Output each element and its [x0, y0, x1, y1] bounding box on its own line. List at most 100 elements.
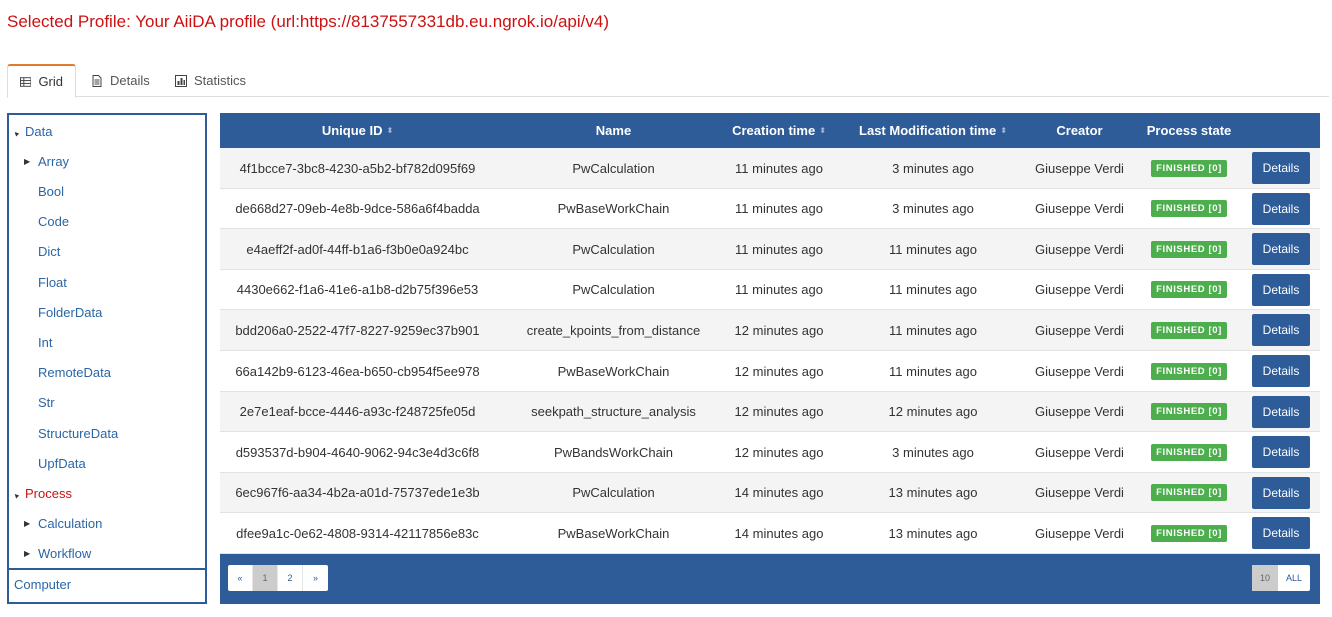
cell-name: PwBaseWorkChain — [557, 363, 670, 379]
cell-process-state: FINISHED [0] — [1137, 513, 1241, 553]
cell-creator: Giuseppe Verdi — [1035, 322, 1124, 338]
cell-last-modification-time: 12 minutes ago — [888, 404, 978, 420]
cell-unique-id: d593537d-b904-4640-9062-94c3e4d3c6f8 — [235, 444, 480, 460]
sidebar-item-label: Bool — [38, 183, 65, 199]
status-badge: FINISHED [0] — [1151, 362, 1227, 380]
details-button[interactable]: Details — [1252, 355, 1310, 387]
pagination-page-1[interactable]: 1 — [253, 565, 278, 591]
caret-collapsed-icon[interactable]: ▶ — [24, 549, 38, 558]
sidebar-item-folderdata[interactable]: FolderData — [24, 302, 102, 322]
table-row: e4aeff2f-ad0f-44ff-b1a6-f3b0e0a924bc PwCa… — [220, 229, 1320, 270]
cell-process-state: FINISHED [0] — [1137, 229, 1241, 269]
status-badge: FINISHED [0] — [1151, 159, 1227, 177]
cell-creator: Giuseppe Verdi — [1035, 282, 1124, 298]
cell-creation-time: 14 minutes ago — [734, 485, 824, 501]
sidebar-item-upfdata[interactable]: UpfData — [24, 453, 86, 473]
cell-process-state: FINISHED [0] — [1137, 432, 1241, 472]
sidebar-item-process[interactable]: ▲ Process — [11, 483, 72, 503]
cell-creator: Giuseppe Verdi — [1035, 241, 1124, 257]
header-process-state-label: Process state — [1146, 123, 1232, 138]
sidebar-item-array[interactable]: ▶ Array — [24, 151, 69, 171]
page-size-10[interactable]: 10 — [1251, 565, 1278, 591]
sort-icon: ⬍ — [386, 126, 394, 135]
pagination-page-2[interactable]: 2 — [278, 565, 303, 591]
pagination: «1 2» — [228, 565, 328, 591]
sidebar-item-float[interactable]: Float — [24, 272, 67, 292]
sidebar-item-str[interactable]: Str — [24, 393, 55, 413]
cell-name: PwCalculation — [572, 485, 655, 501]
cell-creation-time: 11 minutes ago — [735, 201, 823, 217]
page-size-all[interactable]: ALL — [1278, 565, 1310, 591]
cell-creation-time: 14 minutes ago — [734, 525, 824, 541]
details-button[interactable]: Details — [1252, 436, 1310, 469]
tab-grid[interactable]: Grid — [7, 64, 76, 98]
header-last-modification-time[interactable]: Last Modification time ⬍ — [844, 113, 1022, 148]
node-type-sidebar: ▲ Data ▶ Array Bool Code Dict Float FolderData In… — [7, 113, 207, 604]
details-button[interactable]: Details — [1252, 476, 1310, 509]
sidebar-item-bool[interactable]: Bool — [24, 181, 64, 201]
sidebar-item-label: Workflow — [38, 546, 92, 562]
cell-creation-time: 11 minutes ago — [735, 282, 823, 298]
sidebar-item-structuredata[interactable]: StructureData — [24, 423, 118, 443]
cell-unique-id: 4430e662-f1a6-41e6-a1b8-d2b75f396e53 — [236, 282, 479, 298]
details-button[interactable]: Details — [1252, 517, 1310, 550]
cell-creation-time: 12 minutes ago — [734, 444, 824, 460]
cell-process-state: FINISHED [0] — [1137, 270, 1241, 310]
tab-details[interactable]: Details — [79, 64, 162, 97]
nodes-table: Unique ID ⬍ Name Creation time ⬍ Last Mo… — [220, 113, 1320, 604]
header-creation-time-label: Creation time — [732, 123, 816, 138]
header-creator: Creator — [1022, 113, 1137, 148]
cell-name: PwBandsWorkChain — [554, 444, 673, 460]
sidebar-item-code[interactable]: Code — [24, 212, 69, 232]
status-badge: FINISHED [0] — [1151, 524, 1227, 542]
document-icon — [92, 74, 102, 87]
cell-last-modification-time: 13 minutes ago — [888, 525, 978, 541]
header-name: Name — [495, 113, 732, 148]
cell-last-modification-time: 11 minutes ago — [889, 241, 977, 257]
sidebar-item-data[interactable]: ▲ Data — [11, 121, 53, 141]
sidebar-item-label: UpfData — [38, 455, 86, 471]
sidebar-item-workflow[interactable]: ▶ Workflow — [24, 544, 91, 564]
cell-last-modification-time: 11 minutes ago — [889, 282, 977, 298]
pagination-prev-button[interactable]: « — [228, 565, 253, 591]
sidebar-item-label: Array — [38, 153, 70, 169]
cell-creation-time: 12 minutes ago — [734, 363, 824, 379]
header-unique-id[interactable]: Unique ID ⬍ — [220, 113, 495, 148]
cell-last-modification-time: 3 minutes ago — [892, 201, 974, 217]
tab-grid-label: Grid — [38, 74, 63, 89]
bar-chart-icon — [175, 74, 187, 87]
details-button[interactable]: Details — [1252, 192, 1310, 225]
cell-process-state: FINISHED [0] — [1137, 189, 1241, 229]
sidebar-item-label: StructureData — [38, 425, 119, 441]
cell-name: PwBaseWorkChain — [557, 525, 670, 541]
sidebar-item-computer[interactable]: Computer — [14, 577, 71, 592]
table-row: dfee9a1c-0e62-4808-9314-42117856e83c PwBa… — [220, 513, 1320, 555]
details-button[interactable]: Details — [1252, 314, 1310, 347]
details-button[interactable]: Details — [1252, 233, 1310, 266]
sidebar-item-label: Process — [25, 485, 72, 501]
caret-collapsed-icon[interactable]: ▶ — [24, 157, 38, 166]
details-button[interactable]: Details — [1252, 395, 1310, 428]
tab-statistics-label: Statistics — [194, 73, 247, 88]
status-badge: FINISHED [0] — [1151, 484, 1227, 502]
header-creation-time[interactable]: Creation time ⬍ — [720, 113, 838, 148]
tab-statistics[interactable]: Statistics — [163, 64, 258, 97]
sidebar-item-int[interactable]: Int — [24, 332, 52, 352]
caret-expanded-icon[interactable]: ▲ — [11, 486, 26, 501]
selected-profile-title: Selected Profile: Your AiiDA profile (ur… — [7, 12, 609, 31]
cell-name: PwCalculation — [572, 282, 655, 298]
cell-name: seekpath_structure_analysis — [531, 404, 696, 420]
sidebar-item-remotedata[interactable]: RemoteData — [24, 363, 111, 383]
caret-expanded-icon[interactable]: ▲ — [11, 124, 26, 139]
cell-unique-id: 66a142b9-6123-46ea-b650-cb954f5ee978 — [235, 363, 480, 379]
details-button[interactable]: Details — [1252, 152, 1310, 184]
pagination-next-button[interactable]: » — [303, 565, 328, 591]
sidebar-item-calculation[interactable]: ▶ Calculation — [24, 514, 102, 534]
details-button[interactable]: Details — [1252, 273, 1310, 306]
table-row: 2e7e1eaf-bcce-4446-a93c-f248725fe05d seek… — [220, 391, 1320, 433]
sidebar-item-label: RemoteData — [38, 365, 111, 381]
tab-details-label: Details — [110, 73, 150, 88]
caret-collapsed-icon[interactable]: ▶ — [24, 519, 38, 528]
cell-creation-time: 12 minutes ago — [734, 404, 824, 420]
sidebar-item-dict[interactable]: Dict — [24, 242, 60, 262]
